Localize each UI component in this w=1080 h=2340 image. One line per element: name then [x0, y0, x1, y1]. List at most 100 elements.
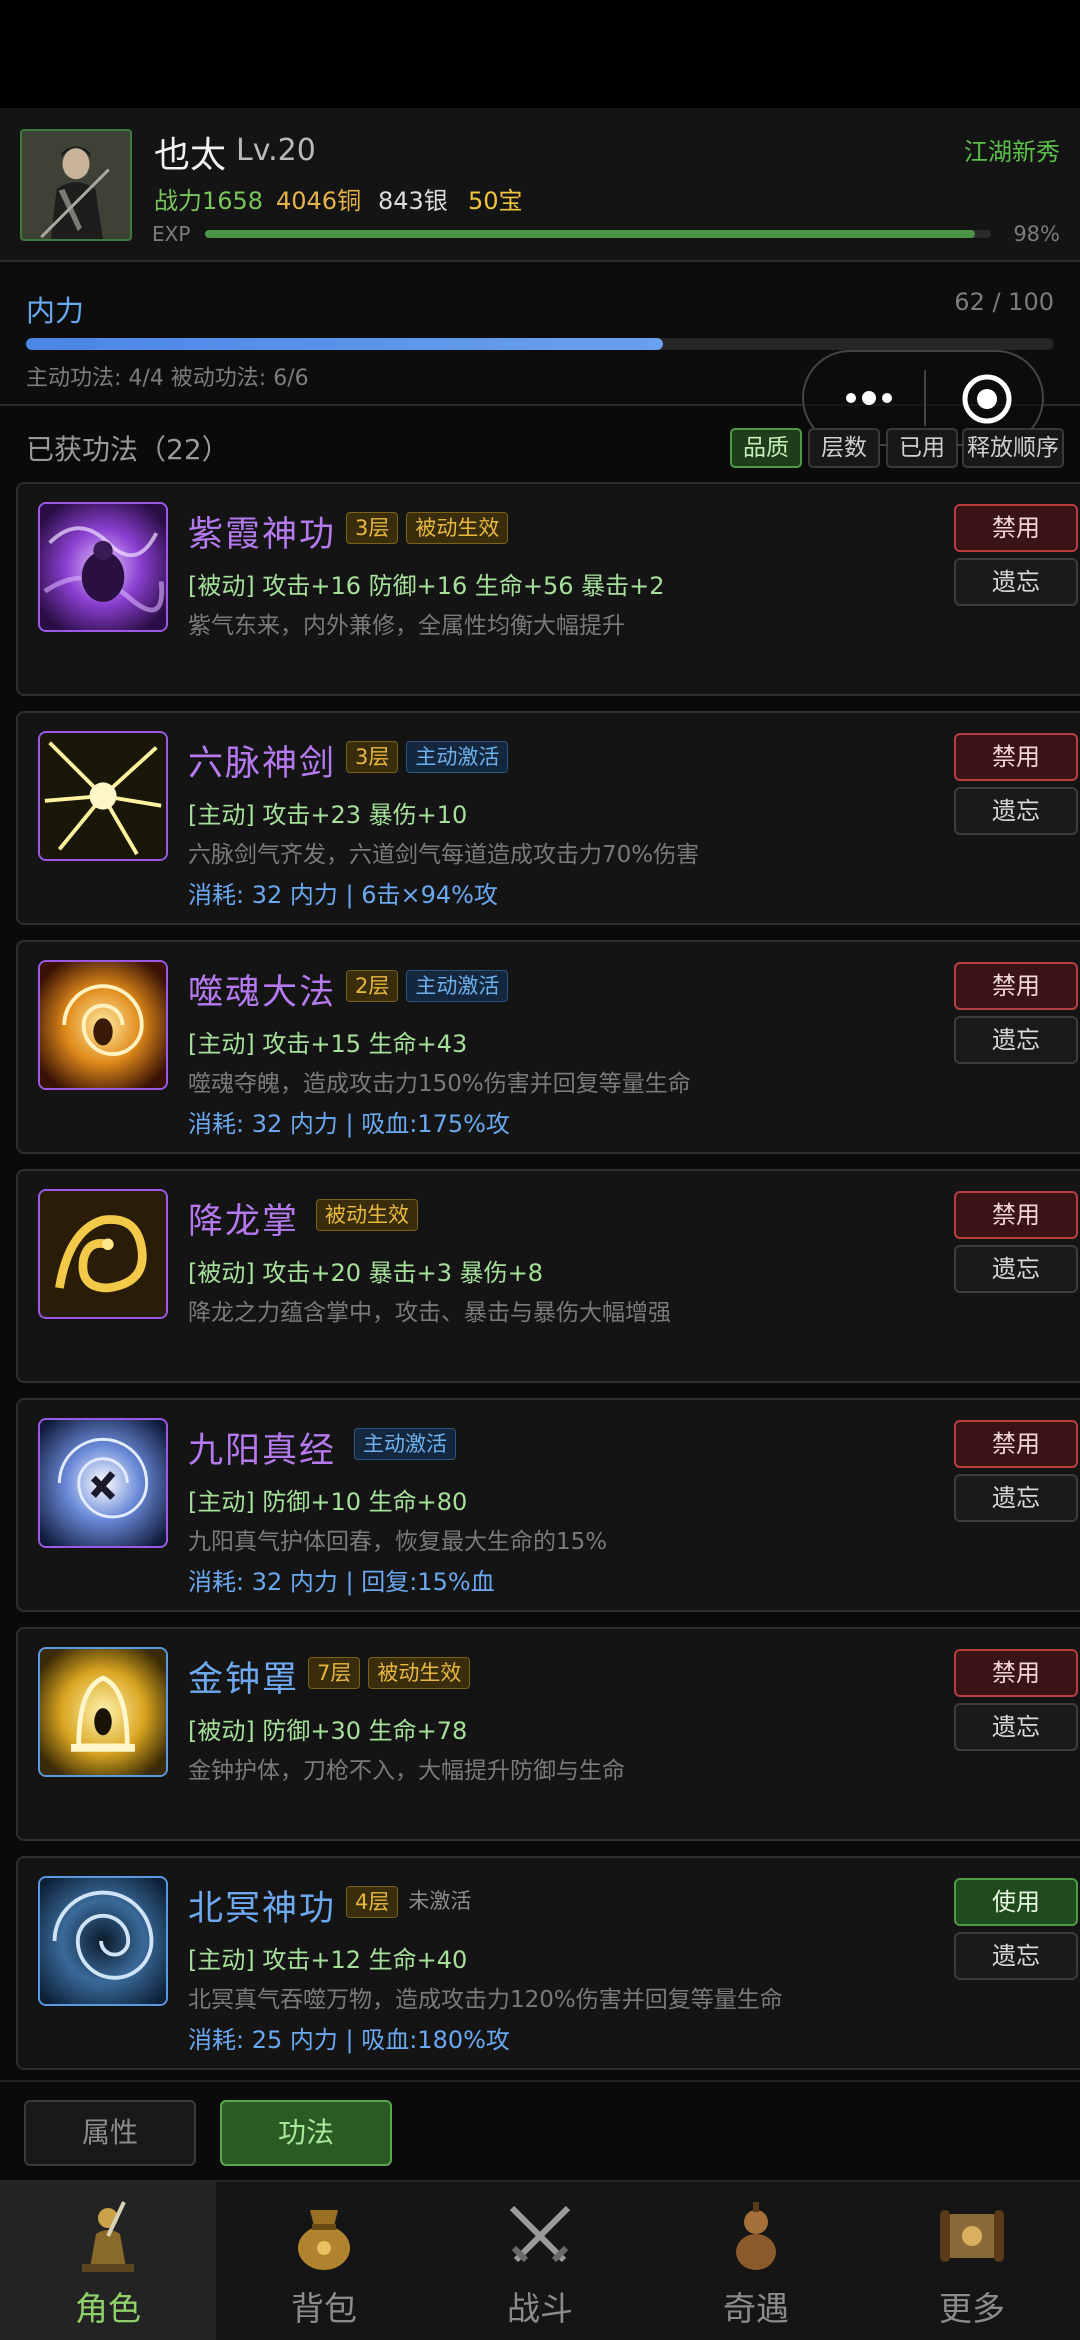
disable-skill-button[interactable]: 禁用	[954, 1191, 1078, 1239]
gourd-icon	[736, 2202, 776, 2270]
disable-skill-button[interactable]: 禁用	[954, 1420, 1078, 1468]
nav-label: 角色	[75, 2289, 141, 2328]
sun-swirl-icon	[38, 1418, 168, 1548]
golden-bell-icon	[38, 1647, 168, 1777]
tab-skills[interactable]: 功法	[220, 2100, 392, 2166]
forget-skill-button[interactable]: 遗忘	[954, 1474, 1078, 1522]
ocean-vortex-icon	[38, 1876, 168, 2006]
skill-type-badge: 被动生效	[368, 1657, 471, 1689]
purple-meditation-icon	[38, 502, 168, 632]
skills-count-title: 已获功法（22）	[26, 433, 230, 466]
inner-power-bar	[26, 338, 1054, 350]
nav-adventure[interactable]: 奇遇	[648, 2182, 864, 2340]
skill-stats: [被动] 防御+30 生命+78	[188, 1717, 468, 1745]
skill-card-beiming[interactable]: 北冥神功 4层 未激活 [主动] 攻击+12 生命+40 北冥真气吞噬万物，造成…	[16, 1856, 1080, 2070]
skill-name: 北冥神功	[188, 1889, 337, 1929]
forget-skill-button[interactable]: 遗忘	[954, 558, 1078, 606]
nav-label: 更多	[939, 2289, 1005, 2328]
exp-bar	[205, 230, 991, 238]
skill-type-badge: 被动生效	[406, 512, 509, 544]
nav-battle[interactable]: 战斗	[432, 2182, 648, 2340]
skill-cost: 消耗: 25 内力 | 吸血:180%攻	[188, 2026, 510, 2054]
exp-percent: 98%	[1013, 222, 1060, 246]
avatar[interactable]	[20, 129, 132, 241]
skill-description: 噬魂夺魄，造成攻击力150%伤害并回复等量生命	[188, 1071, 691, 1097]
more-options-icon[interactable]	[839, 378, 899, 418]
money-bag-icon	[298, 2210, 350, 2270]
skill-layer-badge: 4层	[346, 1886, 399, 1918]
forget-skill-button[interactable]: 遗忘	[954, 1245, 1078, 1293]
nav-more[interactable]: 更多	[864, 2182, 1080, 2340]
disable-skill-button[interactable]: 禁用	[954, 1649, 1078, 1697]
forget-skill-button[interactable]: 遗忘	[954, 1703, 1078, 1751]
skill-description: 北冥真气吞噬万物，造成攻击力120%伤害并回复等量生命	[188, 1987, 783, 2013]
skill-badges: 2层 主动激活	[346, 970, 509, 1002]
skill-badges: 3层 主动激活	[346, 741, 509, 773]
skill-layer-badge: 2层	[346, 970, 399, 1002]
forget-skill-button[interactable]: 遗忘	[954, 1932, 1078, 1980]
skill-stats: [被动] 攻击+20 暴击+3 暴伤+8	[188, 1259, 544, 1287]
skill-stats: [主动] 攻击+12 生命+40	[188, 1946, 468, 1974]
skill-description: 六脉剑气齐发，六道剑气每道造成攻击力70%伤害	[188, 842, 700, 868]
skill-card-zixia[interactable]: 紫霞神功 3层 被动生效 [被动] 攻击+16 防御+16 生命+56 暴击+2…	[16, 482, 1080, 696]
skill-badges: 4层 未激活	[346, 1886, 479, 1918]
nav-bag[interactable]: 背包	[216, 2182, 432, 2340]
disable-skill-button[interactable]: 禁用	[954, 962, 1078, 1010]
exp-label: EXP	[152, 222, 191, 246]
nav-label: 战斗	[507, 2289, 573, 2328]
player-name: 也太	[154, 135, 227, 176]
skill-type-badge: 主动激活	[354, 1428, 456, 1460]
disable-skill-button[interactable]: 禁用	[954, 504, 1078, 552]
golden-dragon-icon	[38, 1189, 168, 1319]
exp-bar-fill	[205, 230, 976, 238]
sword-qi-burst-icon	[38, 731, 168, 861]
tab-attributes[interactable]: 属性	[24, 2100, 196, 2166]
skill-card-liumai[interactable]: 六脉神剑 3层 主动激活 [主动] 攻击+23 暴伤+10 六脉剑气齐发，六道剑…	[16, 711, 1080, 925]
skill-name: 九阳真经	[188, 1431, 337, 1471]
skill-card-jiuyang[interactable]: 九阳真经 主动激活 [主动] 防御+10 生命+80 九阳真气护体回春，恢复最大…	[16, 1398, 1080, 1612]
skill-type-badge: 未激活	[408, 1889, 472, 1913]
nav-character[interactable]: 角色	[0, 2182, 216, 2340]
skill-cost: 消耗: 32 内力 | 回复:15%血	[188, 1568, 495, 1596]
skill-badges: 3层 被动生效	[346, 512, 509, 544]
nav-label: 背包	[291, 2289, 357, 2328]
crossed-swords-icon	[509, 2205, 571, 2263]
inner-power-value: 62 / 100	[954, 288, 1054, 316]
forget-skill-button[interactable]: 遗忘	[954, 787, 1078, 835]
player-header: 也太 Lv.20 江湖新秀 战力1658 4046铜 843银 50宝 EXP …	[0, 108, 1080, 262]
skill-stats: [主动] 防御+10 生命+80	[188, 1488, 468, 1516]
skill-layer-badge: 7层	[308, 1657, 361, 1689]
sort-quality-button[interactable]: 品质	[730, 428, 802, 468]
copper-count: 4046铜	[276, 187, 362, 215]
skill-stats: [被动] 攻击+16 防御+16 生命+56 暴击+2	[188, 572, 665, 600]
status-bar	[0, 0, 1080, 108]
silver-count: 843银	[378, 187, 448, 215]
skill-badges: 7层 被动生效	[308, 1657, 471, 1689]
skill-layer-badge: 3层	[346, 741, 399, 773]
skill-stats: [主动] 攻击+15 生命+43	[188, 1030, 468, 1058]
skill-name: 六脉神剑	[188, 744, 337, 784]
skill-name: 降龙掌	[188, 1202, 300, 1242]
skill-card-xianglong[interactable]: 降龙掌 被动生效 [被动] 攻击+20 暴击+3 暴伤+8 降龙之力蕴含掌中，攻…	[16, 1169, 1080, 1383]
sort-release-order-button[interactable]: 释放顺序	[962, 428, 1064, 468]
skill-card-jinzhongzhao[interactable]: 金钟罩 7层 被动生效 [被动] 防御+30 生命+78 金钟护体，刀枪不入，大…	[16, 1627, 1080, 1841]
skill-name: 紫霞神功	[188, 515, 337, 555]
skill-description: 降龙之力蕴含掌中，攻击、暴击与暴伤大幅增强	[188, 1300, 671, 1326]
skill-type-badge: 被动生效	[316, 1199, 418, 1231]
sort-used-button[interactable]: 已用	[886, 428, 958, 468]
skill-card-shihun[interactable]: 噬魂大法 2层 主动激活 [主动] 攻击+15 生命+43 噬魂夺魄，造成攻击力…	[16, 940, 1080, 1154]
nav-label: 奇遇	[723, 2289, 789, 2328]
inner-power-label: 内力	[26, 294, 85, 328]
bottom-navigation: 角色 背包 战斗 奇遇 更多	[0, 2180, 1080, 2340]
disable-skill-button[interactable]: 禁用	[954, 733, 1078, 781]
warrior-icon	[82, 2201, 134, 2272]
skill-slots-text: 主动功法: 4/4 被动功法: 6/6	[26, 366, 309, 391]
forget-skill-button[interactable]: 遗忘	[954, 1016, 1078, 1064]
skill-description: 紫气东来，内外兼修，全属性均衡大幅提升	[188, 613, 625, 639]
skill-type-badge: 主动激活	[406, 741, 509, 773]
use-skill-button[interactable]: 使用	[954, 1878, 1078, 1926]
sort-layer-button[interactable]: 层数	[808, 428, 880, 468]
combat-power: 战力1658	[154, 187, 264, 215]
soul-vortex-icon	[38, 960, 168, 1090]
inner-power-bar-fill	[26, 338, 664, 350]
